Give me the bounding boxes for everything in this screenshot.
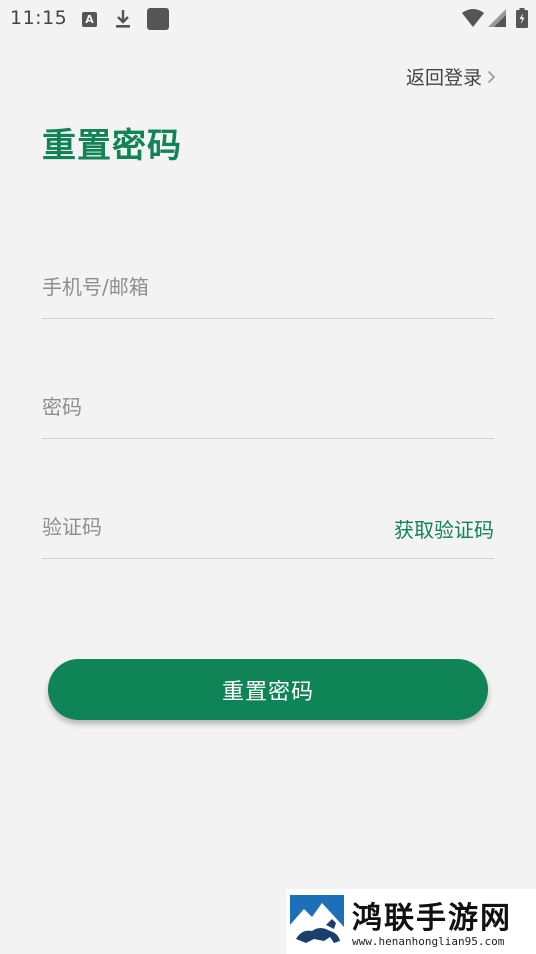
status-system-icons [462,7,528,29]
watermark-url: www.henanhonglian95.com [352,935,505,948]
status-time: 11:15 [10,7,68,29]
chevron-right-icon [487,70,496,83]
wifi-icon [462,9,484,27]
password-field [42,378,494,439]
verification-code-input[interactable] [42,498,372,556]
watermark: 鸿联手游网 www.henanhonglian95.com [286,889,536,954]
a-notification-icon: A [82,11,97,27]
page-title: 重置密码 [42,126,182,166]
status-bar: 11:15 A [0,0,536,36]
square-notification-icon [147,8,169,30]
phone-email-input[interactable] [42,258,494,316]
watermark-logo-icon [290,895,344,947]
phone-email-field [42,258,494,319]
download-icon [116,10,130,28]
back-to-login-label: 返回登录 [405,67,482,89]
reset-password-button[interactable]: 重置密码 [48,659,488,720]
verification-code-field: 获取验证码 [42,498,494,559]
password-input[interactable] [42,378,494,436]
get-code-button[interactable]: 获取验证码 [394,514,494,543]
status-notification-icons: A [82,8,169,30]
signal-icon [488,9,506,27]
battery-icon [516,8,528,28]
back-to-login-link[interactable]: 返回登录 [406,63,496,90]
watermark-brand: 鸿联手游网 [352,901,512,936]
